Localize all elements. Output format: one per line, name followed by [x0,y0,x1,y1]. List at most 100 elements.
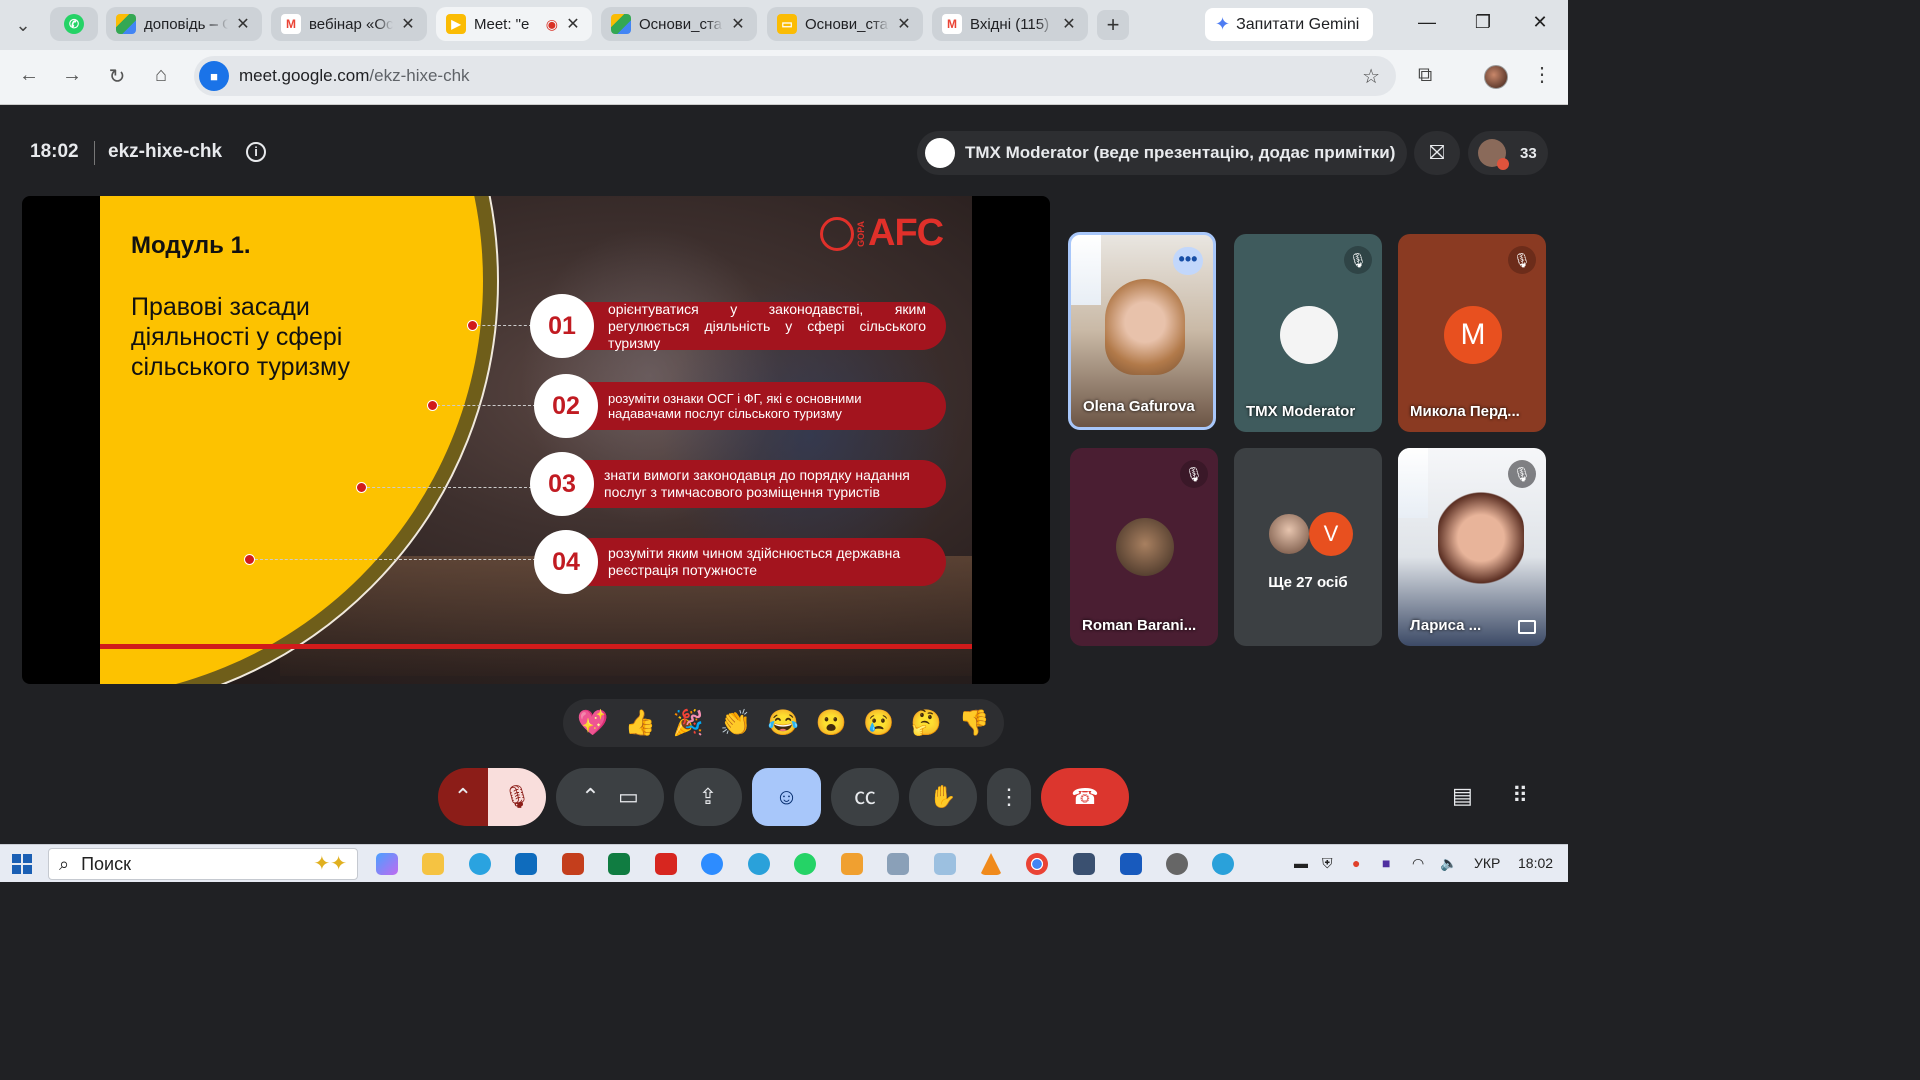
telegram-icon[interactable] [1212,853,1234,875]
url-text: meet.google.com/ekz-hixe-chk [239,66,470,85]
reaction-surprised[interactable]: 😮 [816,709,847,738]
reaction-laughing[interactable]: 😂 [768,709,799,738]
tab-1[interactable]: M вебінар «Ос ✕ [271,7,427,41]
wifi-icon[interactable]: ◠ [1412,855,1424,872]
taskbar-search[interactable]: ⌕ Поиск ✦✦ [48,848,358,880]
word-icon[interactable] [1120,853,1142,875]
vlc-icon[interactable] [980,853,1002,875]
afc-logo: GOPA AFC [820,212,944,255]
leave-call-button[interactable]: ☎ [1041,768,1129,826]
participant-tile-roman[interactable]: 🎙 Roman Barani... [1070,448,1218,646]
minimize-icon[interactable]: — [1415,12,1439,33]
reactions-bar: 💖 👍 🎉 👏 😂 😮 😢 🤔 👎 [563,699,1004,747]
copilot-app-icon[interactable] [376,853,398,875]
tab-close-icon[interactable]: ✕ [1060,14,1078,34]
site-camera-icon[interactable]: ■ [199,61,229,91]
tab-close-icon[interactable]: ✕ [895,14,913,34]
reaction-clapping[interactable]: 👏 [720,709,751,738]
tray-app-icon[interactable]: ■ [1382,855,1390,871]
zoom-icon[interactable] [701,853,723,875]
tab-close-icon[interactable]: ✕ [564,14,582,34]
photos-icon[interactable] [887,853,909,875]
media-player-icon[interactable] [841,853,863,875]
excel-icon[interactable] [608,853,630,875]
tab-close-icon[interactable]: ✕ [729,14,747,34]
browser-menu-icon[interactable]: ⋮ [1532,62,1552,87]
tray-app-icon[interactable]: ● [1352,855,1360,871]
reaction-thumbs-down[interactable]: 👎 [959,709,990,738]
picture-in-picture-icon[interactable] [1518,620,1536,634]
gopa-label: GOPA [856,220,866,247]
chrome-icon[interactable] [1026,853,1048,875]
presentation-off-icon[interactable]: ⛝ [1414,131,1460,175]
restore-icon[interactable]: ❐ [1471,12,1495,33]
tab-5[interactable]: M Вхідні (115) ✕ [932,7,1088,41]
powerpoint-icon[interactable] [562,853,584,875]
tab-close-icon[interactable]: ✕ [399,14,417,34]
tab-4[interactable]: ▭ Основи_ста ✕ [767,7,923,41]
windows-start-icon[interactable] [12,854,32,874]
captions-button[interactable]: ㏄ [831,768,899,826]
address-bar[interactable]: ■ meet.google.com/ekz-hixe-chk ☆ [194,56,1396,96]
back-icon[interactable]: ← [16,64,42,87]
more-participants-tile[interactable]: V Ще 27 осіб [1234,448,1382,646]
yellow-arc-shape [100,196,499,684]
app-icon[interactable] [934,853,956,875]
home-icon[interactable]: ⌂ [148,64,174,87]
meeting-info-icon[interactable]: i [246,142,266,162]
tray-battery-icon[interactable]: ▬ [1294,855,1308,871]
close-window-icon[interactable]: ✕ [1528,12,1552,33]
bookmark-star-icon[interactable]: ☆ [1362,64,1380,89]
tab-2-active[interactable]: ▶ Meet: "e ◉ ✕ [436,7,592,41]
profile-avatar[interactable] [1484,65,1508,89]
forward-icon[interactable]: → [59,64,85,87]
settings-gear-icon[interactable] [1166,853,1188,875]
whatsapp-taskbar-icon[interactable] [794,853,816,875]
activities-grid-icon[interactable]: ⠿ [1512,783,1528,809]
outlook-icon[interactable] [515,853,537,875]
edge-icon[interactable] [469,853,491,875]
reload-icon[interactable]: ↻ [104,64,130,89]
tab-whatsapp[interactable]: ✆ [50,7,98,41]
raise-hand-button[interactable]: ✋ [909,768,977,826]
tray-defender-icon[interactable]: ⛨ [1322,855,1333,872]
tab-close-icon[interactable]: ✕ [234,14,252,34]
new-tab-button[interactable]: + [1097,10,1129,40]
reactions-button[interactable]: ☺ [752,768,821,826]
participant-tile-tmx[interactable]: 🎙 TMX Moderator [1234,234,1382,432]
reaction-thinking[interactable]: 🤔 [911,709,942,738]
app-icon[interactable] [1073,853,1095,875]
ask-gemini-button[interactable]: ✦ Запитати Gemini [1205,8,1374,41]
reaction-party-popper[interactable]: 🎉 [673,709,704,738]
participant-tile-mykola[interactable]: M 🎙 Микола Перд... [1398,234,1546,432]
more-options-icon[interactable]: ••• [1173,247,1203,275]
meeting-code: ekz-hixe-chk [108,141,223,162]
reaction-sad[interactable]: 😢 [863,709,894,738]
presenter-chip[interactable]: TMX Moderator (веде презентацію, додає п… [917,131,1408,175]
volume-icon[interactable]: 🔈 [1440,855,1457,872]
reaction-sparkling-heart[interactable]: 💖 [577,709,608,738]
mic-off-button[interactable]: 🎙 [488,768,546,826]
more-options-button[interactable]: ⋮ [987,768,1031,826]
tab-3[interactable]: Основи_ста ✕ [601,7,757,41]
chat-icon[interactable]: ▤ [1452,783,1473,809]
keyboard-language[interactable]: УКР [1474,855,1500,871]
present-screen-button[interactable]: ⇪ [674,768,742,826]
slide-module-title: Модуль 1. [131,232,251,259]
extensions-icon[interactable]: ⧉ [1418,64,1432,87]
drive-icon [611,14,631,34]
audio-options-chevron-icon[interactable]: ⌃ [438,768,488,826]
slide-item-number: 03 [530,452,594,516]
tab-search-chevron-icon[interactable]: ⌄ [0,0,46,50]
acrobat-icon[interactable] [655,853,677,875]
camera-button[interactable]: ⌃ ▭ [556,768,664,826]
participant-tile-olena[interactable]: ••• Olena Gafurova [1068,232,1216,430]
tab-0[interactable]: доповідь – G ✕ [106,7,262,41]
windows-taskbar: ⌕ Поиск ✦✦ ▬ ⛨ ● ■ ◠ 🔈 УКР 18:02 [0,844,1568,882]
file-explorer-icon[interactable] [422,853,444,875]
taskbar-clock[interactable]: 18:02 [1518,855,1553,871]
reaction-thumbs-up[interactable]: 👍 [625,709,656,738]
participant-tile-larysa[interactable]: 🎙 Лариса ... [1398,448,1546,646]
people-button[interactable]: 33 [1468,131,1548,175]
telegram-icon[interactable] [748,853,770,875]
